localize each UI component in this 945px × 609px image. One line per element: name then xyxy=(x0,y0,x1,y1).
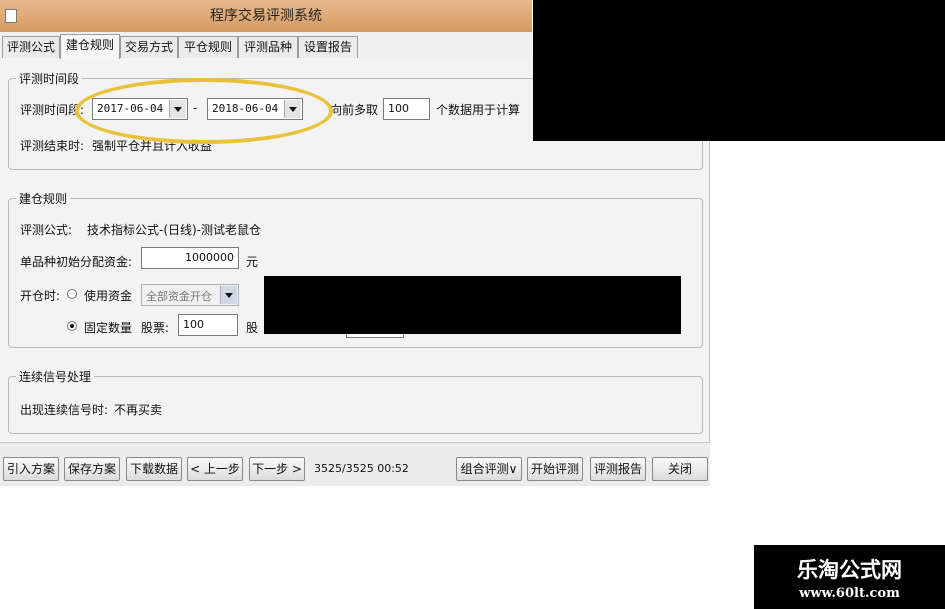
tab-formula[interactable]: 评测公式 xyxy=(2,36,60,58)
redaction-block-middle xyxy=(264,276,681,334)
tab-instruments[interactable]: 评测品种 xyxy=(238,36,298,58)
progress-status: 3525/3525 00:52 xyxy=(314,462,409,475)
shares-label: 股票: xyxy=(141,321,170,335)
tab-report-settings[interactable]: 设置报告 xyxy=(298,36,358,58)
watermark-url: www.60lt.com xyxy=(799,586,900,601)
shares-unit: 股 xyxy=(246,321,259,335)
signal-label: 出现连续信号时: xyxy=(20,403,109,417)
build-rules-legend: 建仓规则 xyxy=(16,190,71,207)
formula-value: 技术指标公式-(日线)-测试老鼠仓 xyxy=(87,223,262,237)
prev-step-button[interactable]: < 上一步 xyxy=(187,457,243,481)
tab-build-rules[interactable]: 建仓规则 xyxy=(60,34,120,59)
open-label: 开仓时: xyxy=(20,289,61,303)
period-legend: 评测时间段 xyxy=(16,70,83,87)
import-scheme-button[interactable]: 引入方案 xyxy=(3,457,59,481)
tab-close-rules[interactable]: 平仓规则 xyxy=(178,36,238,58)
app-icon[interactable] xyxy=(5,9,17,23)
redaction-block-top xyxy=(533,0,945,141)
close-button[interactable]: 关闭 xyxy=(652,457,708,481)
window-title: 程序交易评测系统 xyxy=(210,8,322,24)
capital-label: 单品种初始分配资金: xyxy=(20,255,133,269)
save-scheme-button[interactable]: 保存方案 xyxy=(64,457,120,481)
capital-input[interactable]: 1000000 xyxy=(141,247,239,269)
fixed-quantity-radio[interactable] xyxy=(67,321,77,331)
combo-test-button[interactable]: 组合评测∨ xyxy=(456,457,522,481)
fixed-quantity-label: 固定数量 xyxy=(84,321,133,335)
use-funds-option: 全部资金开仓 xyxy=(146,290,212,303)
signal-legend: 连续信号处理 xyxy=(16,368,95,385)
download-data-button[interactable]: 下载数据 xyxy=(126,457,182,481)
forward-label: 向前多取 xyxy=(330,103,379,117)
test-report-button[interactable]: 评测报告 xyxy=(590,457,646,481)
highlight-ellipse xyxy=(75,78,333,144)
use-funds-label: 使用资金 xyxy=(84,289,133,303)
tab-bar: 评测公式 建仓规则 交易方式 平仓规则 评测品种 设置报告 xyxy=(0,32,532,59)
forward-count-input[interactable]: 100 xyxy=(383,98,430,120)
forward-suffix: 个数据用于计算 xyxy=(436,103,521,117)
next-step-button[interactable]: 下一步 > xyxy=(249,457,305,481)
start-test-button[interactable]: 开始评测 xyxy=(527,457,583,481)
tab-trade-mode[interactable]: 交易方式 xyxy=(120,36,178,58)
capital-unit: 元 xyxy=(246,255,259,269)
signal-value: 不再买卖 xyxy=(114,403,163,417)
signal-group xyxy=(8,376,703,434)
bottom-bar: 引入方案 保存方案 下载数据 < 上一步 下一步 > 3525/3525 00:… xyxy=(0,442,710,486)
watermark: 乐淘公式网 www.60lt.com xyxy=(754,545,945,609)
formula-label: 评测公式: xyxy=(20,223,73,237)
end-rule-label: 评测结束时: xyxy=(20,139,85,153)
use-funds-select[interactable]: 全部资金开仓 xyxy=(141,284,239,306)
shares-input[interactable]: 100 xyxy=(178,314,238,336)
use-funds-radio[interactable] xyxy=(67,289,77,299)
chevron-down-icon[interactable] xyxy=(220,286,237,304)
watermark-name: 乐淘公式网 xyxy=(797,557,902,582)
